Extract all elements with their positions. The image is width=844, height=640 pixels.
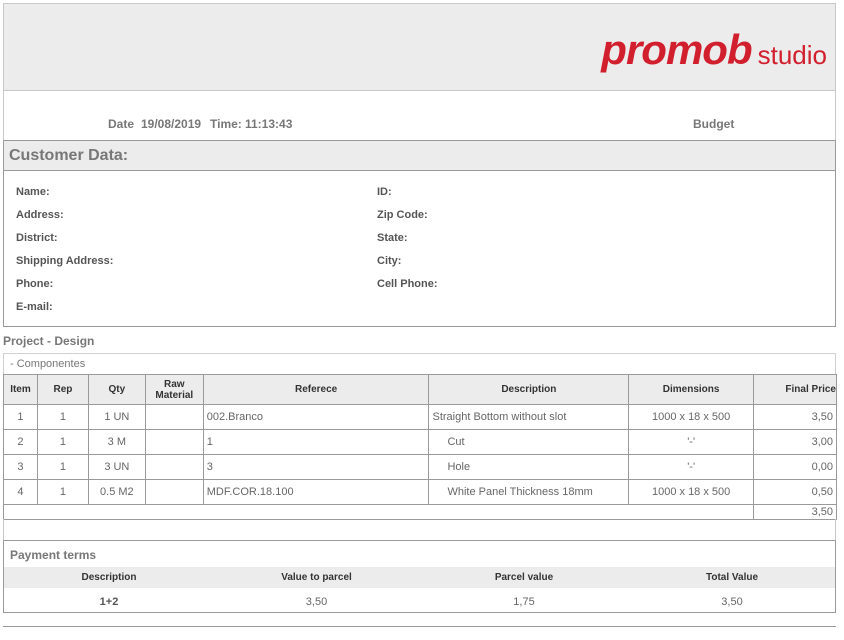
date-label: Date <box>108 117 135 131</box>
date-value: 19/08/2019 <box>141 117 202 131</box>
cell-raw <box>144 479 204 505</box>
cell-qty: 3 M <box>87 429 146 455</box>
cell-rep: 1 <box>36 479 89 505</box>
field-shipping-address: Shipping Address: <box>16 255 114 267</box>
promob-logo: promob studio <box>601 26 827 74</box>
col-raw-line2: Material <box>155 389 194 401</box>
table-row: 3 1 3 UN 3 Hole '-' 0,00 <box>3 454 837 480</box>
cell-price: 0,00 <box>753 454 837 480</box>
cell-item: 2 <box>3 429 38 455</box>
doc-type: Budget <box>693 117 735 131</box>
field-state: State: <box>377 232 408 244</box>
cell-qty: 3 UN <box>87 454 146 480</box>
cell-rep: 1 <box>36 429 89 455</box>
customer-data-body: Name: Address: District: Shipping Addres… <box>3 170 836 327</box>
cell-qty: 1 UN <box>87 404 146 430</box>
col-qty: Qty <box>87 374 146 405</box>
field-district: District: <box>16 232 58 244</box>
components-section-bar: - Componentes <box>3 353 836 375</box>
cell-raw <box>144 429 204 455</box>
cell-description: Cut <box>428 429 630 455</box>
field-name: Name: <box>16 186 50 198</box>
cell-rep: 1 <box>36 404 89 430</box>
field-zip-code: Zip Code: <box>377 209 428 221</box>
cell-raw <box>144 404 204 430</box>
pay-cell-total-value: 3,50 <box>721 595 743 608</box>
cell-description: White Panel Thickness 18mm <box>428 479 630 505</box>
pay-col-description: Description <box>4 567 214 588</box>
cell-price: 3,50 <box>753 404 837 430</box>
cell-description: Hole <box>428 454 630 480</box>
cell-description: Straight Bottom without slot <box>428 404 630 430</box>
cell-dimensions: '-' <box>628 429 755 455</box>
cell-price: 3,00 <box>753 429 837 455</box>
col-description: Description <box>428 374 630 405</box>
col-reference: Referece <box>202 374 430 405</box>
section-separator <box>3 519 836 541</box>
bottom-divider <box>3 626 836 627</box>
col-raw-material: Raw Material <box>144 374 204 405</box>
cell-reference: 3 <box>202 454 430 480</box>
col-raw-line1: Raw <box>164 378 185 390</box>
logo-word-promob: promob <box>601 26 752 73</box>
field-city: City: <box>377 255 402 267</box>
report-header: promob studio <box>3 3 836 91</box>
cell-rep: 1 <box>36 454 89 480</box>
col-rep: Rep <box>36 374 89 405</box>
cell-item: 3 <box>3 454 38 480</box>
cell-item: 1 <box>3 404 38 430</box>
project-title: Project - Design <box>3 334 95 348</box>
cell-dimensions: '-' <box>628 454 755 480</box>
cell-dimensions: 1000 x 18 x 500 <box>628 479 755 505</box>
customer-data-header: Customer Data: <box>3 140 836 171</box>
payment-terms: Payment terms Description Value to parce… <box>3 540 836 613</box>
field-phone: Phone: <box>16 278 54 290</box>
col-final-price: Final Price <box>753 374 837 405</box>
table-row: 1+2 3,50 1,75 3,50 <box>4 588 835 615</box>
cell-reference: 002.Branco <box>202 404 430 430</box>
table-row: 2 1 3 M 1 Cut '-' 3,00 <box>3 429 837 455</box>
total-row: 3,50 <box>2 504 837 520</box>
time-value: 11:13:43 <box>245 117 293 131</box>
pay-cell-parcel-value: 1,75 <box>513 595 535 608</box>
pay-col-value-to-parcel: Value to parcel <box>214 567 419 588</box>
table-row: 4 1 0.5 M2 MDF.COR.18.100 White Panel Th… <box>3 479 837 505</box>
components-table: Item Rep Qty Raw Material Referece Descri… <box>2 374 837 520</box>
col-dimensions: Dimensions <box>628 374 755 405</box>
field-id: ID: <box>377 186 392 198</box>
table-row: 1 1 1 UN 002.Branco Straight Bottom with… <box>3 404 837 430</box>
components-header-row: Item Rep Qty Raw Material Referece Descri… <box>3 374 837 405</box>
payment-terms-title: Payment terms <box>10 548 97 562</box>
cell-reference: 1 <box>202 429 430 455</box>
field-email: E-mail: <box>16 301 53 313</box>
pay-cell-description: 1+2 <box>99 595 119 608</box>
cell-raw <box>144 454 204 480</box>
cell-item: 4 <box>3 479 38 505</box>
logo-word-studio: studio <box>757 40 827 70</box>
cell-reference: MDF.COR.18.100 <box>202 479 430 505</box>
cell-dimensions: 1000 x 18 x 500 <box>628 404 755 430</box>
cell-price: 0,50 <box>753 479 837 505</box>
cell-total: 3,50 <box>753 504 837 520</box>
customer-data-title: Customer Data: <box>9 147 129 164</box>
cell-qty: 0.5 M2 <box>87 479 146 505</box>
col-item: Item <box>3 374 38 405</box>
payment-header-row: Description Value to parcel Parcel value… <box>4 567 835 588</box>
pay-col-total-value: Total Value <box>629 567 835 588</box>
components-section-label: - Componentes <box>10 358 86 370</box>
report-meta: Date 19/08/2019 Time: 11:13:43 Budget <box>3 91 836 140</box>
pay-cell-value-to-parcel: 3,50 <box>305 595 328 608</box>
field-cell-phone: Cell Phone: <box>377 278 438 290</box>
payment-table: Description Value to parcel Parcel value… <box>4 567 835 615</box>
time-label: Time: <box>210 117 242 131</box>
field-address: Address: <box>16 209 64 221</box>
pay-col-parcel-value: Parcel value <box>419 567 629 588</box>
